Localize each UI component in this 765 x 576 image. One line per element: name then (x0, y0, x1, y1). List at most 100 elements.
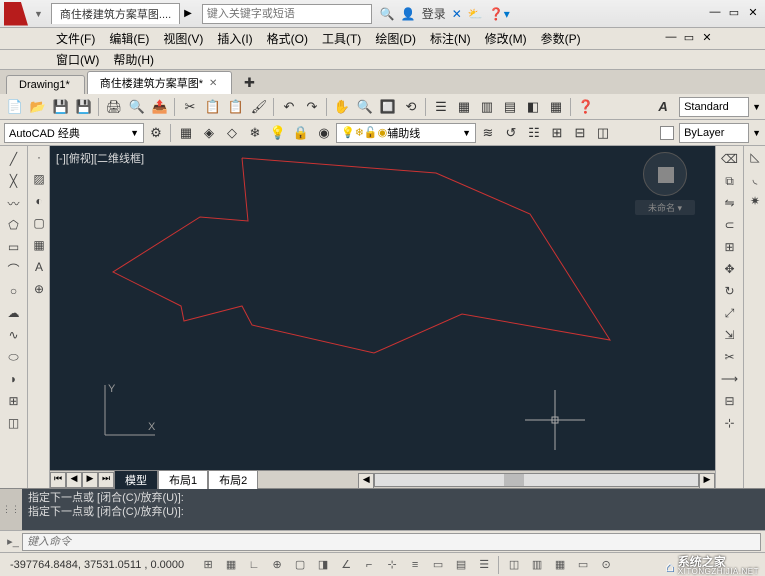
layer-iso-icon[interactable]: ◇ (221, 122, 243, 144)
restore-button[interactable]: ▭ (726, 6, 742, 22)
menu-param[interactable]: 参数(P) (535, 28, 587, 49)
viewcube[interactable]: 未命名 ▾ (635, 152, 695, 232)
menu-insert[interactable]: 插入(I) (211, 28, 258, 49)
scroll-left-icon[interactable]: ◀ (358, 473, 374, 489)
plot-icon[interactable]: 🖨 (103, 96, 125, 118)
spline-tool-icon[interactable]: ∿ (3, 324, 25, 346)
join-tool-icon[interactable]: ⊹ (719, 412, 741, 434)
redo-icon[interactable]: ↷ (301, 96, 323, 118)
dcenter-icon[interactable]: ▦ (453, 96, 475, 118)
color-selector[interactable]: ByLayer (679, 123, 749, 143)
layer-del-icon[interactable]: ⊟ (569, 122, 591, 144)
layer-selector[interactable]: 💡❄🔓◉ 辅助线 ▼ (336, 123, 476, 143)
doc-tab-active[interactable]: 商住楼建筑方案草图* ✕ (87, 71, 233, 94)
qcalc-icon[interactable]: ▦ (545, 96, 567, 118)
cmd-prompt-icon[interactable]: ▸_ (4, 535, 22, 548)
workspace-selector[interactable]: AutoCAD 经典 ▼ (4, 123, 144, 143)
addsel-tool-icon[interactable]: ⊕ (28, 278, 50, 300)
pline-tool-icon[interactable]: 〰 (3, 192, 25, 214)
save-icon[interactable]: 💾 (50, 96, 72, 118)
scroll-right-icon[interactable]: ▶ (699, 473, 715, 489)
zoom-win-icon[interactable]: 🔲 (377, 96, 399, 118)
otrack-icon[interactable]: ∠ (335, 555, 357, 575)
title-tab-arrow-icon[interactable]: ▶ (184, 8, 192, 19)
layer-state-icon[interactable]: ◈ (198, 122, 220, 144)
offset-tool-icon[interactable]: ⊂ (719, 214, 741, 236)
tab-layout1[interactable]: 布局1 (158, 470, 208, 490)
preview-icon[interactable]: 🔍 (126, 96, 148, 118)
viewcube-top-icon[interactable] (658, 167, 674, 183)
cloud-icon[interactable]: ⛅ (468, 7, 483, 21)
array-tool-icon[interactable]: ⊞ (719, 236, 741, 258)
quickview-layouts-icon[interactable]: ▥ (526, 555, 548, 575)
help-search-input[interactable] (202, 4, 372, 24)
annoscale-icon[interactable]: ▭ (572, 555, 594, 575)
fillet-tool-icon[interactable]: ◟ (744, 168, 765, 190)
menu-modify[interactable]: 修改(M) (479, 28, 533, 49)
qat-dropdown-icon[interactable]: ▼ (34, 9, 43, 19)
osnap-icon[interactable]: ▢ (289, 555, 311, 575)
close-tab-icon[interactable]: ✕ (209, 78, 217, 89)
scroll-thumb[interactable] (504, 474, 524, 486)
new-tab-button[interactable]: ✚ (238, 72, 260, 94)
block-tool-icon[interactable]: ◫ (3, 412, 25, 434)
tpy-icon[interactable]: ▭ (427, 555, 449, 575)
qp-icon[interactable]: ▤ (450, 555, 472, 575)
rotate-tool-icon[interactable]: ↻ (719, 280, 741, 302)
minimize-button[interactable]: — (707, 6, 723, 22)
ducs-icon[interactable]: ⌐ (358, 555, 380, 575)
command-history-text[interactable]: 指定下一点或 [闭合(C)/放弃(U)]: 指定下一点或 [闭合(C)/放弃(U… (22, 489, 765, 530)
extend-tool-icon[interactable]: ⟶ (719, 368, 741, 390)
line-tool-icon[interactable]: ╱ (3, 148, 25, 170)
menu-file[interactable]: 文件(F) (50, 28, 101, 49)
move-tool-icon[interactable]: ✥ (719, 258, 741, 280)
erase-tool-icon[interactable]: ⌫ (719, 148, 741, 170)
dropdown-arrow-icon[interactable]: ▼ (752, 128, 761, 138)
zoom-prev-icon[interactable]: ⟲ (400, 96, 422, 118)
dropdown-arrow-icon[interactable]: ▼ (752, 102, 761, 112)
annovis-icon[interactable]: ⊙ (595, 555, 617, 575)
help-icon[interactable]: ❓ (575, 96, 597, 118)
menu-format[interactable]: 格式(O) (261, 28, 314, 49)
pan-icon[interactable]: ✋ (331, 96, 353, 118)
exchange-icon[interactable]: ✕ (452, 7, 462, 21)
doc-close-button[interactable]: ✕ (699, 31, 715, 47)
login-link[interactable]: 登录 (422, 5, 446, 22)
h-scrollbar[interactable]: ◀ ▶ (358, 473, 715, 487)
drawing-canvas[interactable]: [-][俯视][二维线框] X Y 未命名 ▾ (50, 146, 715, 470)
layer-prop-icon[interactable]: ▦ (175, 122, 197, 144)
break-tool-icon[interactable]: ⊟ (719, 390, 741, 412)
layer-misc-icon[interactable]: ◫ (592, 122, 614, 144)
model-toggle[interactable]: ◫ (503, 555, 525, 575)
close-button[interactable]: ✕ (745, 6, 761, 22)
tab-model[interactable]: 模型 (114, 470, 158, 490)
doc-minimize-button[interactable]: — (663, 31, 679, 47)
circle-tool-icon[interactable]: ○ (3, 280, 25, 302)
layer-freeze-icon[interactable]: ❄ (244, 122, 266, 144)
tab-next-icon[interactable]: ▶ (82, 472, 98, 488)
user-icon[interactable]: 👤 (401, 7, 416, 21)
tab-layout2[interactable]: 布局2 (208, 470, 258, 490)
copy-icon[interactable]: 📋 (202, 96, 224, 118)
menu-help[interactable]: 帮助(H) (107, 49, 160, 70)
snap-mode-icon[interactable]: ⊞ (197, 555, 219, 575)
mirror-tool-icon[interactable]: ⇋ (719, 192, 741, 214)
dyn-icon[interactable]: ⊹ (381, 555, 403, 575)
menu-draw[interactable]: 绘图(D) (369, 28, 422, 49)
color-swatch-icon[interactable] (660, 126, 674, 140)
gradient-tool-icon[interactable]: ◐ (28, 190, 50, 212)
layer-walk-icon[interactable]: ☷ (523, 122, 545, 144)
coords-readout[interactable]: -397764.8484, 37531.0511 , 0.0000 (4, 559, 190, 571)
grid-icon[interactable]: ▦ (220, 555, 242, 575)
toolpal-icon[interactable]: ▥ (476, 96, 498, 118)
layer-match-icon[interactable]: ≋ (477, 122, 499, 144)
insert-tool-icon[interactable]: ⊞ (3, 390, 25, 412)
tab-prev-icon[interactable]: ◀ (66, 472, 82, 488)
mtext-tool-icon[interactable]: A (28, 256, 50, 278)
point-tool-icon[interactable]: · (28, 146, 50, 168)
rect-tool-icon[interactable]: ▭ (3, 236, 25, 258)
search-icon[interactable]: 🔍 (380, 7, 395, 21)
saveas-icon[interactable]: 💾 (73, 96, 95, 118)
undo-icon[interactable]: ↶ (278, 96, 300, 118)
layer-prev-icon[interactable]: ↺ (500, 122, 522, 144)
